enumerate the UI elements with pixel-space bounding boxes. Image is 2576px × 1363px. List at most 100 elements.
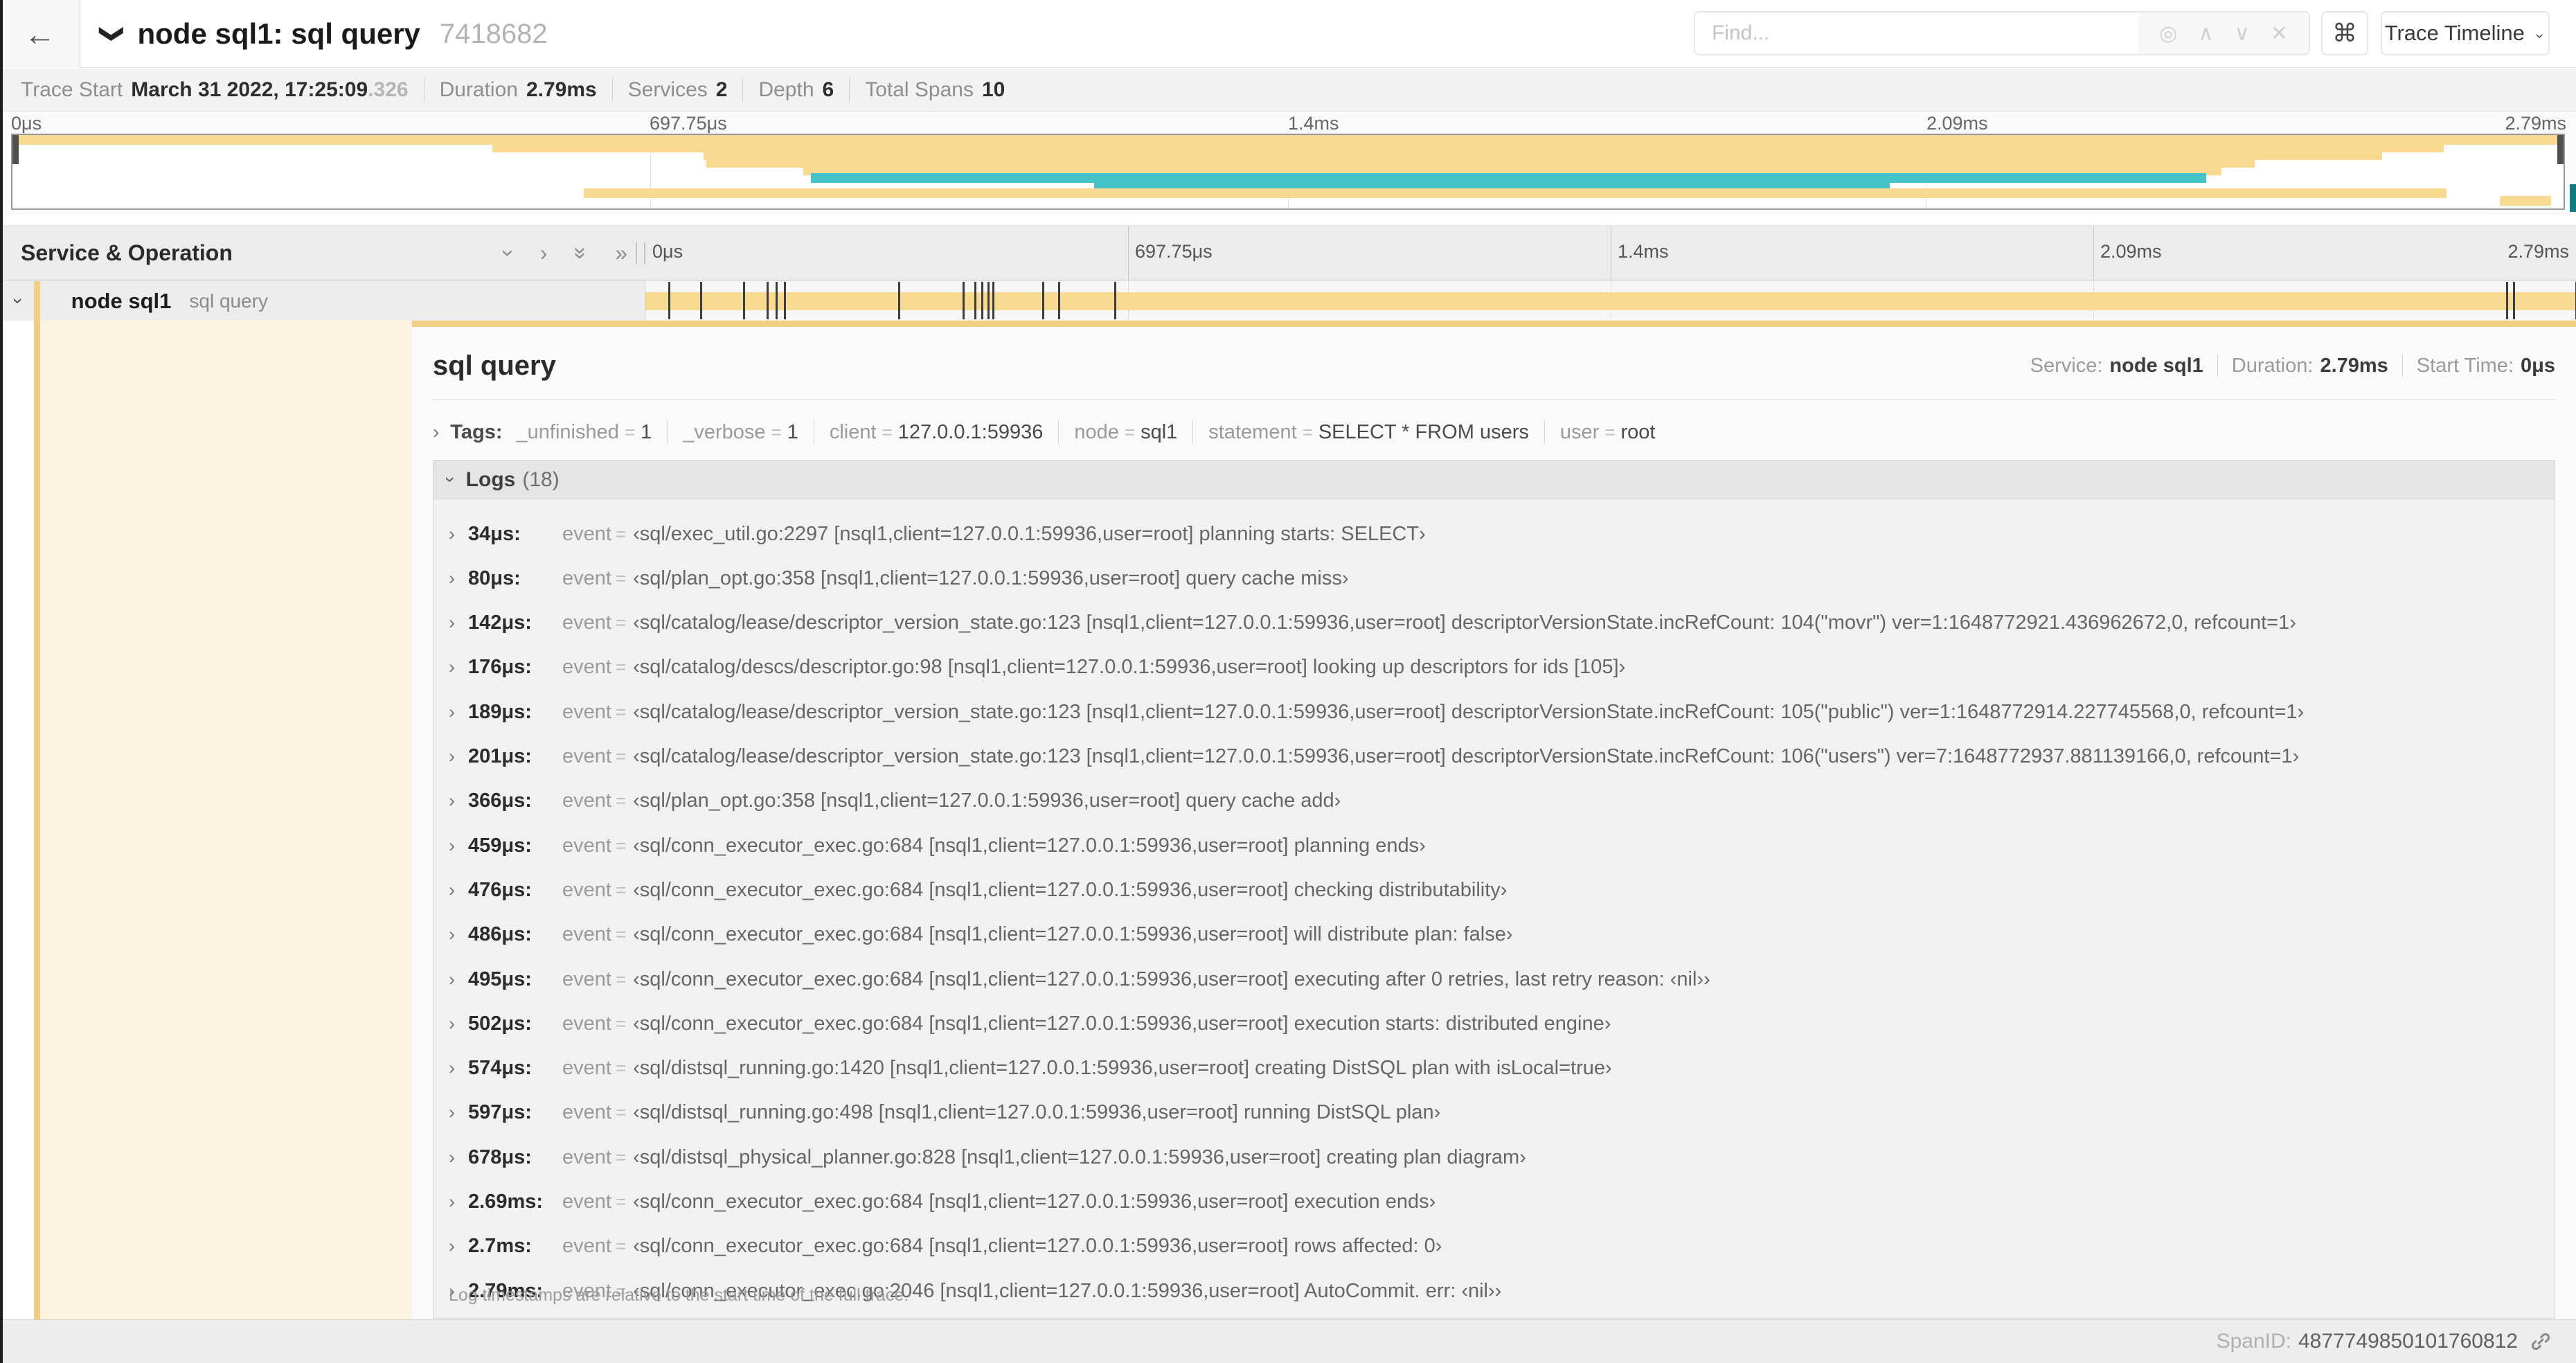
log-event-tick[interactable] <box>783 282 786 319</box>
tag-value: sql1 <box>1141 420 1178 443</box>
chevron-right-icon[interactable]: › <box>449 1058 468 1079</box>
log-event-tick[interactable] <box>668 282 670 319</box>
chevron-right-icon[interactable]: › <box>449 568 468 589</box>
collapse-all-icon[interactable]: » <box>569 247 594 259</box>
log-row[interactable]: › 476μs: event = ‹sql/conn_executor_exec.go:… <box>433 876 2555 904</box>
chevron-right-icon[interactable]: › <box>449 790 468 812</box>
chevron-right-icon[interactable]: › <box>449 969 468 990</box>
trace-id-short: 7418682 <box>439 18 548 49</box>
prev-result-icon[interactable]: ∧ <box>2198 21 2213 46</box>
chevron-down-icon[interactable]: › <box>8 298 29 304</box>
timeline-tick-label: 697.75μs <box>1135 241 1213 262</box>
log-event-tick[interactable] <box>2513 282 2516 319</box>
chevron-right-icon[interactable]: › <box>449 835 468 857</box>
link-icon[interactable] <box>2529 1330 2552 1353</box>
log-event-tick[interactable] <box>1113 282 1116 319</box>
log-event-tick[interactable] <box>1041 282 1044 319</box>
equals-sign: = <box>1604 421 1616 443</box>
tags-row[interactable]: › Tags: _unfinished = 1 _verbose = 1 client = 12… <box>433 416 2555 449</box>
log-row[interactable]: › 2.69ms: event = ‹sql/conn_executor_exec.go… <box>433 1188 2555 1216</box>
log-event-tick[interactable] <box>775 282 778 319</box>
log-message: ‹sql/conn_executor_exec.go:684 [nsql1,cl… <box>633 1012 1611 1035</box>
chevron-right-icon[interactable]: › <box>449 1013 468 1035</box>
detail-meta-item: Start Time: 0μs <box>2388 355 2555 377</box>
equals-sign: = <box>615 1191 627 1212</box>
keyboard-shortcuts-button[interactable]: ⌘ <box>2321 11 2368 55</box>
log-row[interactable]: › 495μs: event = ‹sql/conn_executor_exec.go:… <box>433 965 2555 993</box>
chevron-right-icon[interactable]: › <box>449 702 468 723</box>
log-message: ‹sql/catalog/lease/descriptor_version_st… <box>633 700 2305 723</box>
log-row[interactable]: › 201μs: event = ‹sql/catalog/lease/descript… <box>433 743 2555 771</box>
logs-panel: › Logs (18) › 34μs: event = ‹sql/exec_util.g… <box>433 460 2555 1319</box>
minimap-tick-label: 2.09ms <box>1926 113 1988 134</box>
log-event-tick[interactable] <box>981 282 983 319</box>
view-selector-button[interactable]: Trace Timeline ⌄ <box>2381 11 2550 55</box>
collapse-controls: › › » » <box>497 240 627 266</box>
log-row[interactable]: › 80μs: event = ‹sql/plan_opt.go:358 [nsql1,… <box>433 564 2555 592</box>
locate-icon[interactable]: ◎ <box>2159 21 2177 46</box>
expand-all-icon[interactable]: » <box>615 240 627 266</box>
log-row[interactable]: › 574μs: event = ‹sql/distsql_running.go:142… <box>433 1055 2555 1083</box>
log-message: ‹sql/plan_opt.go:358 [nsql1,client=127.0… <box>633 567 1349 589</box>
find-input[interactable] <box>1695 12 2138 54</box>
log-event-tick[interactable] <box>1057 282 1060 319</box>
column-resizer-handle[interactable] <box>636 242 645 265</box>
expand-one-icon[interactable]: › <box>540 240 548 266</box>
detail-meta-value: 2.79ms <box>2320 354 2388 377</box>
span-timeline-track[interactable] <box>645 281 2576 321</box>
log-event-tick[interactable] <box>987 282 990 319</box>
chevron-right-icon[interactable]: › <box>449 1236 468 1257</box>
chevron-right-icon[interactable]: › <box>449 924 468 945</box>
log-event-tick[interactable] <box>974 282 976 319</box>
chevron-right-icon[interactable]: › <box>449 746 468 767</box>
log-event-tick[interactable] <box>2506 282 2509 319</box>
log-row[interactable]: › 486μs: event = ‹sql/conn_executor_exec.go:… <box>433 921 2555 949</box>
chevron-down-icon[interactable]: ❯ <box>98 24 126 44</box>
chevron-down-icon[interactable]: › <box>440 476 461 483</box>
minimap-drag-handle-left[interactable] <box>12 135 19 164</box>
clear-search-icon[interactable]: ✕ <box>2271 21 2288 46</box>
log-event-tick[interactable] <box>742 282 745 319</box>
log-row[interactable]: › 459μs: event = ‹sql/conn_executor_exec.go:… <box>433 832 2555 859</box>
log-event-tick[interactable] <box>766 282 769 319</box>
chevron-right-icon[interactable]: › <box>449 1191 468 1213</box>
span-name-cell[interactable]: › node sql1 sql query <box>0 281 645 321</box>
log-event-tick[interactable] <box>992 282 994 319</box>
log-row[interactable]: › 34μs: event = ‹sql/exec_util.go:2297 [nsql… <box>433 520 2555 548</box>
log-event-tick[interactable] <box>699 282 702 319</box>
log-event-tick[interactable] <box>897 282 900 319</box>
trace-title-group[interactable]: ❯ node sql1: sql query 7418682 <box>99 0 548 68</box>
log-field-key: event <box>562 745 611 767</box>
next-result-icon[interactable]: ∨ <box>2235 21 2250 46</box>
command-icon: ⌘ <box>2332 19 2357 47</box>
log-row[interactable]: › 597μs: event = ‹sql/distsql_running.go:498… <box>433 1099 2555 1127</box>
chevron-right-icon[interactable]: › <box>433 421 439 443</box>
log-row[interactable]: › 678μs: event = ‹sql/distsql_physical_plann… <box>433 1143 2555 1171</box>
timeline-gridline <box>1128 226 1129 280</box>
chevron-right-icon[interactable]: › <box>449 612 468 634</box>
log-row[interactable]: › 142μs: event = ‹sql/catalog/lease/descript… <box>433 609 2555 637</box>
chevron-right-icon[interactable]: › <box>449 880 468 901</box>
chevron-right-icon[interactable]: › <box>449 1102 468 1123</box>
collapse-one-icon[interactable]: › <box>496 249 521 257</box>
log-row[interactable]: › 189μs: event = ‹sql/catalog/lease/descript… <box>433 698 2555 726</box>
log-timestamp: 476μs: <box>468 878 532 901</box>
span-row[interactable]: › node sql1 sql query <box>0 281 2576 321</box>
log-row[interactable]: › 176μs: event = ‹sql/catalog/descs/descript… <box>433 654 2555 682</box>
log-row[interactable]: › 2.7ms: event = ‹sql/conn_executor_exec.go:… <box>433 1233 2555 1260</box>
back-button[interactable]: ← <box>0 0 80 68</box>
chevron-right-icon[interactable]: › <box>449 524 468 545</box>
summary-label: Total Spans <box>865 78 974 101</box>
summary-item: Services 2 <box>597 78 728 102</box>
span-duration-bar[interactable] <box>645 292 2576 310</box>
log-message: ‹sql/conn_executor_exec.go:684 [nsql1,cl… <box>633 1191 1436 1213</box>
log-field-key: event <box>562 656 611 679</box>
logs-header[interactable]: › Logs (18) <box>433 461 2555 499</box>
log-row[interactable]: › 502μs: event = ‹sql/conn_executor_exec.go:… <box>433 1010 2555 1037</box>
minimap-canvas[interactable] <box>11 134 2565 210</box>
chevron-right-icon[interactable]: › <box>449 657 468 678</box>
minimap-drag-handle-right[interactable] <box>2557 135 2564 164</box>
chevron-right-icon[interactable]: › <box>449 1147 468 1168</box>
log-row[interactable]: › 366μs: event = ‹sql/plan_opt.go:358 [nsql1… <box>433 787 2555 815</box>
log-event-tick[interactable] <box>962 282 965 319</box>
